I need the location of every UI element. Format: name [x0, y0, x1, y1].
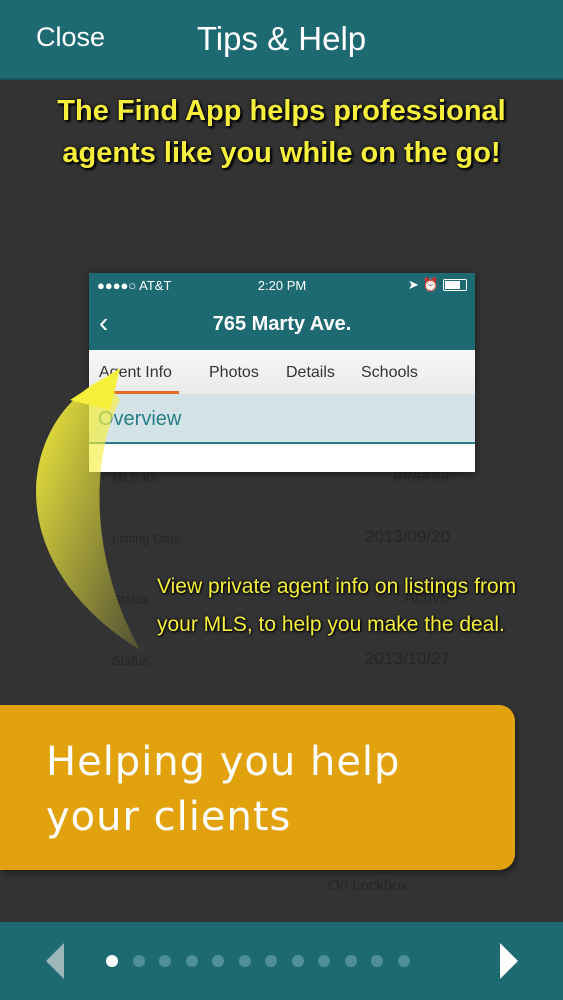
page-dot[interactable]: [371, 955, 383, 967]
page-dot[interactable]: [291, 955, 304, 967]
bg-row-value-listing-date: 2013/09/20: [364, 527, 450, 546]
close-button[interactable]: Close: [36, 22, 105, 53]
prev-arrow-icon[interactable]: [46, 943, 64, 979]
top-nav-bar: Close Tips & Help: [0, 0, 563, 80]
bg-row-label-status: Status: [112, 592, 149, 607]
tab-details: Details: [286, 364, 335, 381]
bg-row-value-status-2: 2013/10/27: [364, 649, 450, 668]
page-dot[interactable]: [132, 955, 145, 967]
tab-photos: Photos: [209, 364, 259, 381]
tab-schools: Schools: [361, 364, 418, 381]
tab-agent-info: Agent Info: [99, 364, 172, 381]
page-dots: [106, 955, 410, 967]
banner-text: Helping you help your clients: [46, 739, 401, 840]
page-dot[interactable]: [397, 955, 410, 967]
page-dot[interactable]: [344, 955, 357, 967]
bg-row-label-status-2: Status: [112, 653, 149, 668]
page-dot[interactable]: [265, 955, 277, 967]
screenshot-tabs: Agent Info Photos Details Schools: [89, 350, 475, 394]
listing-title: 765 Marty Ave.: [212, 313, 352, 335]
banner: Helping you help your clients: [0, 705, 515, 870]
section-header-label: Overview: [98, 408, 182, 430]
screenshot-header: ●●●●○ AT&T 2:20 PM ➤ ⏰ ‹ 765 Marty Ave.: [89, 273, 475, 350]
tip-caption: View private agent info on listings from…: [157, 575, 517, 636]
section-header: Overview: [89, 394, 475, 444]
app-screenshot: ●●●●○ AT&T 2:20 PM ➤ ⏰ ‹ 765 Marty Ave. …: [89, 273, 475, 472]
page-dot[interactable]: [106, 955, 118, 967]
page-dot[interactable]: [159, 955, 171, 967]
location-arrow-icon: ➤: [407, 277, 419, 292]
bg-row-label-listing-date: Listing Date: [112, 531, 181, 546]
page-dot[interactable]: [238, 955, 251, 967]
page-dot[interactable]: [212, 955, 224, 967]
alarm-icon: ⏰: [422, 277, 439, 292]
status-icons: ➤ ⏰: [408, 277, 467, 293]
bg-lockbox-label: On Lockbox: [328, 877, 409, 894]
bg-row-label-mlsid: MLS ID: [112, 470, 156, 485]
battery-icon: [443, 279, 467, 291]
page-dot[interactable]: [318, 955, 330, 967]
page-dot[interactable]: [185, 955, 198, 967]
headline: The Find App helps professional agents l…: [57, 95, 506, 169]
next-arrow-icon[interactable]: [500, 943, 518, 979]
